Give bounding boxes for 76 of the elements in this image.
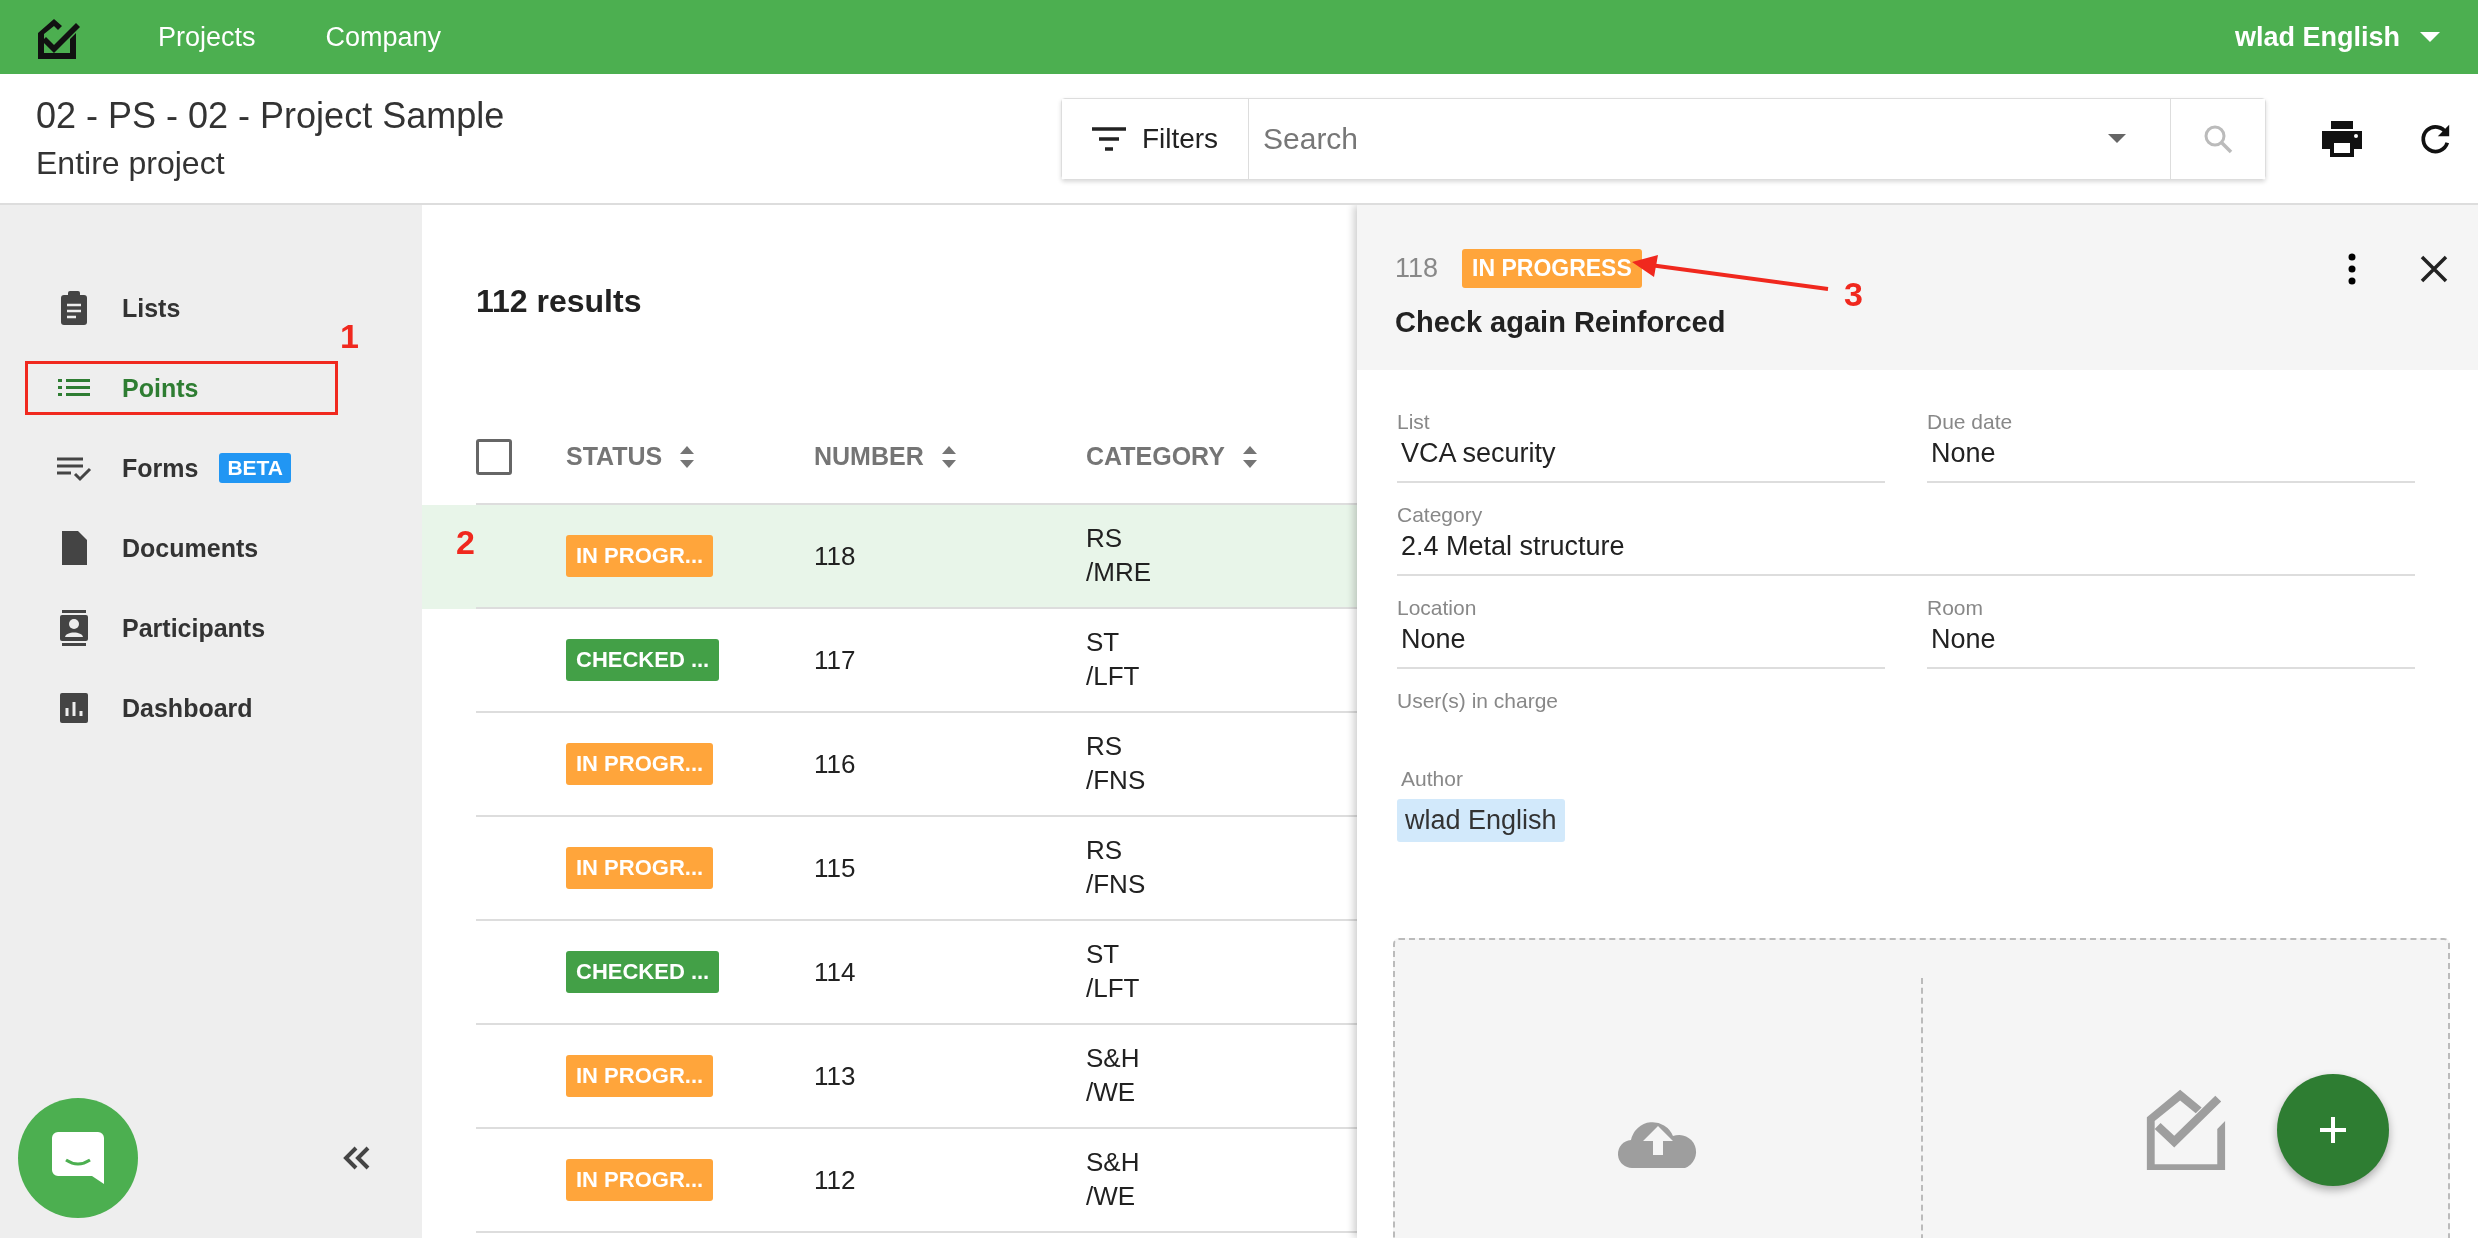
table-cell: 116 bbox=[814, 748, 856, 779]
table-row[interactable]: IN PROGR... 112 S&H /WE bbox=[422, 1129, 1357, 1233]
filter-icon bbox=[1091, 126, 1126, 151]
table-cell-text: S&H /WE bbox=[1086, 1146, 1141, 1213]
field-label: Due date bbox=[1927, 410, 2014, 434]
sidebar-item[interactable]: Forms bbox=[25, 441, 202, 495]
field-label: Room bbox=[1927, 596, 1985, 620]
sort-icon[interactable] bbox=[680, 445, 695, 468]
table-cell: 118 bbox=[814, 540, 856, 571]
sort-icon[interactable] bbox=[941, 445, 956, 468]
sidebar-item[interactable]: Dashboard bbox=[25, 681, 256, 735]
table-cell-text: RS /FNS bbox=[1086, 834, 1147, 901]
field-label: Location bbox=[1397, 596, 1478, 620]
sidebar-item[interactable]: Documents bbox=[25, 521, 262, 575]
table-cell-text: ST /LFT bbox=[1086, 626, 1141, 693]
table-cell: 115 bbox=[814, 852, 856, 883]
point-number: 118 bbox=[1395, 253, 1439, 284]
search-field[interactable]: Search bbox=[1249, 98, 2108, 179]
select-all-checkbox[interactable] bbox=[476, 438, 512, 475]
project-title: 02 - PS - 02 - Project Sample bbox=[36, 95, 506, 137]
annotation-number: 3 bbox=[1844, 275, 1863, 314]
input-field[interactable]: 2.4 Metal structure bbox=[1397, 527, 2415, 576]
collapse-chevrons-icon[interactable] bbox=[342, 1146, 372, 1170]
table-cell: 113 bbox=[814, 1060, 856, 1091]
table-row[interactable]: IN PROGR... 116 RS /FNS bbox=[422, 713, 1357, 817]
status-badge: IN PROGR... bbox=[566, 1159, 714, 1201]
author-chip: wlad English bbox=[1397, 799, 1565, 842]
beta-badge: BETA bbox=[219, 453, 291, 483]
table-cell: 112 bbox=[814, 1164, 856, 1195]
annotation-number: 2 bbox=[456, 523, 475, 562]
dropdown-caret-icon[interactable] bbox=[2108, 134, 2126, 143]
table-cell: 114 bbox=[814, 956, 856, 987]
table-cell-text: ST /LFT bbox=[1086, 938, 1141, 1005]
status-badge: CHECKED ... bbox=[566, 639, 720, 681]
table-row[interactable]: IN PROGR... 115 RS /FNS bbox=[422, 817, 1357, 921]
status-badge: IN PROGRESS bbox=[1462, 249, 1642, 288]
sort-icon[interactable] bbox=[1242, 445, 1257, 468]
input-field[interactable]: None bbox=[1927, 434, 2415, 483]
annotation-number: 1 bbox=[340, 317, 359, 356]
more-options-icon[interactable] bbox=[2348, 252, 2356, 285]
column-header[interactable]: NUMBER bbox=[814, 442, 924, 471]
status-badge: IN PROGR... bbox=[566, 743, 714, 785]
table-row[interactable]: IN PROGR... 113 S&H /WE bbox=[422, 1025, 1357, 1129]
point-title: Check again Reinforced bbox=[1395, 306, 1726, 339]
status-badge: CHECKED ... bbox=[566, 951, 720, 993]
field-label: Author bbox=[1401, 767, 1463, 791]
project-scope: Entire project bbox=[36, 145, 226, 182]
print-icon[interactable] bbox=[2322, 120, 2362, 157]
search-bar[interactable]: Filters Search bbox=[1061, 97, 2266, 180]
close-icon[interactable] bbox=[2420, 254, 2448, 283]
plus-icon bbox=[2318, 1115, 2348, 1145]
sidebar-item[interactable]: Lists bbox=[25, 281, 184, 335]
sidebar-item[interactable]: Participants bbox=[25, 601, 269, 655]
table-cell: 117 bbox=[814, 644, 856, 675]
table-row[interactable]: CHECKED ... 114 ST /LFT bbox=[422, 921, 1357, 1025]
status-badge: IN PROGR... bbox=[566, 847, 714, 889]
column-header[interactable]: CATEGORY bbox=[1086, 442, 1225, 471]
chat-bubble-icon bbox=[50, 1130, 106, 1186]
caret-icon bbox=[2420, 32, 2440, 42]
drop-zone[interactable] bbox=[1393, 938, 2450, 1238]
field-label: User(s) in charge bbox=[1397, 689, 1560, 713]
table-row[interactable]: CHECKED ... 117 ST /LFT bbox=[422, 609, 1357, 713]
table-cell-text: RS /FNS bbox=[1086, 730, 1147, 797]
filters-button[interactable]: Filters bbox=[1062, 98, 1249, 179]
field-label: Category bbox=[1397, 503, 1484, 527]
table-cell-text: S&H /WE bbox=[1086, 1042, 1141, 1109]
column-header[interactable]: STATUS bbox=[566, 442, 663, 471]
input-field[interactable]: None bbox=[1927, 620, 2415, 669]
field-label: List bbox=[1397, 410, 1431, 434]
status-badge: IN PROGR... bbox=[566, 1055, 714, 1097]
table-cell-text: RS /MRE bbox=[1086, 522, 1152, 589]
status-badge: IN PROGR... bbox=[566, 535, 714, 577]
results-count: 112 results bbox=[476, 283, 642, 320]
input-field[interactable]: None bbox=[1397, 620, 1885, 669]
input-field[interactable]: VCA security bbox=[1397, 434, 1885, 483]
sidebar-item[interactable]: Points bbox=[25, 361, 338, 415]
